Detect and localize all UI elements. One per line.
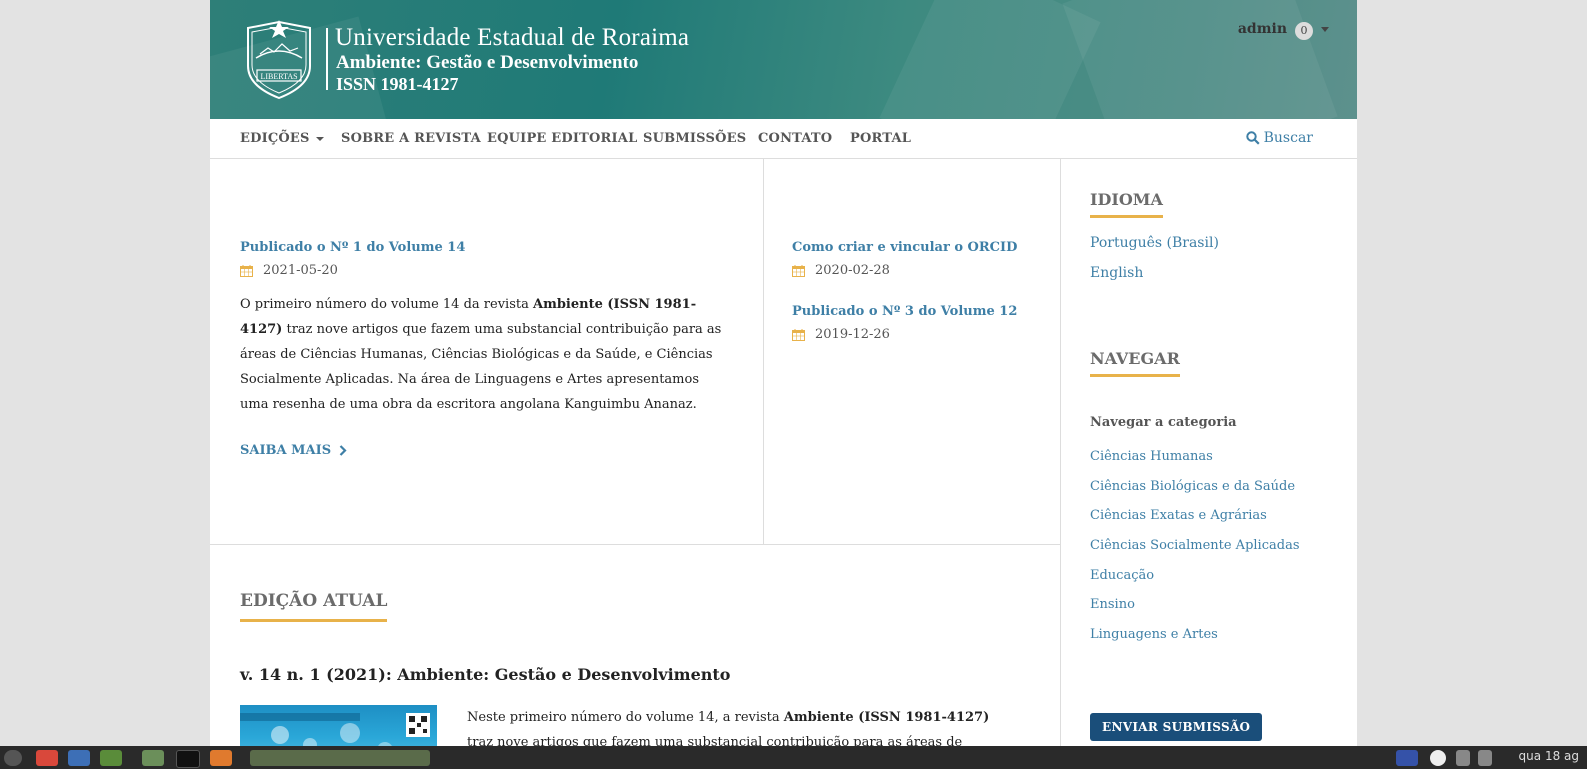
nav-item-contato[interactable]: CONTATO <box>758 131 832 146</box>
browser-icon[interactable] <box>36 750 58 766</box>
issue-title[interactable]: v. 14 n. 1 (2021): Ambiente: Gestão e De… <box>240 665 730 684</box>
read-more-label: SAIBA MAIS <box>240 443 332 458</box>
language-link-en[interactable]: English <box>1090 265 1143 281</box>
chevron-right-icon <box>339 445 347 456</box>
files-icon[interactable] <box>68 750 90 766</box>
caret-down-icon <box>315 136 324 141</box>
folder-icon[interactable] <box>142 750 164 766</box>
announcement-date: 2021-05-20 <box>240 263 338 278</box>
section-divider <box>210 544 1060 545</box>
nav-item-sobre[interactable]: SOBRE A REVISTA <box>341 131 481 146</box>
keyboard-layout-icon[interactable] <box>1396 750 1418 766</box>
network-icon[interactable] <box>1478 750 1492 766</box>
category-link[interactable]: Ciências Socialmente Aplicadas <box>1090 538 1300 553</box>
nav-item-label: EDIÇÕES <box>240 131 310 146</box>
active-window-tab[interactable] <box>250 750 430 766</box>
user-status-icon[interactable] <box>1430 750 1446 766</box>
nav-item-edicoes[interactable]: EDIÇÕES <box>240 131 324 146</box>
announcement-divider <box>763 158 764 545</box>
announcement-summary: O primeiro número do volume 14 da revist… <box>240 292 730 417</box>
read-more-link[interactable]: SAIBA MAIS <box>240 443 347 458</box>
announcement-title[interactable]: Publicado o Nº 3 do Volume 12 <box>792 304 1017 319</box>
submit-button[interactable]: ENVIAR SUBMISSÃO <box>1090 713 1263 741</box>
logo-divider <box>326 28 328 90</box>
date-text: 2019-12-26 <box>815 327 890 342</box>
language-heading: IDIOMA <box>1090 190 1163 218</box>
category-link[interactable]: Linguagens e Artes <box>1090 627 1218 642</box>
date-text: 2020-02-28 <box>815 263 890 278</box>
terminal-icon[interactable] <box>176 750 200 768</box>
calendar-icon <box>792 328 805 341</box>
category-link[interactable]: Ciências Humanas <box>1090 449 1213 464</box>
university-seal-logo[interactable]: LIBERTAS <box>240 18 318 100</box>
category-link[interactable]: Ensino <box>1090 597 1135 612</box>
chevron-down-icon <box>1321 26 1329 32</box>
date-text: 2021-05-20 <box>263 263 338 278</box>
user-name: admin <box>1237 21 1287 37</box>
user-menu[interactable]: admin 0 <box>1238 18 1329 40</box>
calendar-icon <box>792 264 805 277</box>
summary-text: traz nove artigos que fazem uma substanc… <box>240 322 722 412</box>
rss-icon[interactable] <box>210 750 232 766</box>
language-link-pt-br[interactable]: Português (Brasil) <box>1090 235 1219 251</box>
search-icon <box>1245 131 1260 145</box>
journal-issn: ISSN 1981-4127 <box>336 74 459 94</box>
summary-text: O primeiro número do volume 14 da revist… <box>240 297 533 312</box>
search-label: Buscar <box>1263 130 1313 146</box>
search-link[interactable]: Buscar <box>1245 130 1313 146</box>
nav-item-portal[interactable]: PORTAL <box>850 131 911 146</box>
calendar-icon <box>240 264 253 277</box>
primary-nav: EDIÇÕES SOBRE A REVISTA EQUIPE EDITORIAL… <box>210 119 1357 159</box>
browse-heading: NAVEGAR <box>1090 349 1180 377</box>
nav-item-equipe[interactable]: EQUIPE EDITORIAL <box>487 131 637 146</box>
description-text: Neste primeiro número do volume 14, a re… <box>467 710 784 725</box>
os-taskbar: qua 18 ag <box>0 746 1587 769</box>
notification-badge: 0 <box>1295 22 1313 40</box>
announcement-date: 2020-02-28 <box>792 263 890 278</box>
current-issue-heading: EDIÇÃO ATUAL <box>240 591 388 622</box>
announcement-date: 2019-12-26 <box>792 327 890 342</box>
journal-name[interactable]: Ambiente: Gestão e Desenvolvimento <box>336 52 638 74</box>
svg-text:LIBERTAS: LIBERTAS <box>260 72 297 81</box>
category-link[interactable]: Ciências Biológicas e da Saúde <box>1090 479 1295 494</box>
taskbar-clock[interactable]: qua 18 ag <box>1519 749 1579 763</box>
category-link[interactable]: Educação <box>1090 568 1154 583</box>
browse-category-label: Navegar a categoria <box>1090 415 1237 430</box>
nav-item-submissoes[interactable]: SUBMISSÕES <box>643 131 746 146</box>
volume-icon[interactable] <box>1456 750 1470 766</box>
category-link[interactable]: Ciências Exatas e Agrárias <box>1090 508 1267 523</box>
menu-icon[interactable] <box>4 750 22 766</box>
site-header: LIBERTAS Universidade Estadual de Roraim… <box>210 0 1357 119</box>
announcement-title[interactable]: Publicado o Nº 1 do Volume 14 <box>240 240 465 255</box>
sidebar-divider <box>1060 158 1061 769</box>
app-icon[interactable] <box>100 750 122 766</box>
university-name[interactable]: Universidade Estadual de Roraima <box>335 24 689 52</box>
description-bold: Ambiente (ISSN 1981-4127) <box>783 710 990 725</box>
announcement-title[interactable]: Como criar e vincular o ORCID <box>792 240 1017 255</box>
journal-page: LIBERTAS Universidade Estadual de Roraim… <box>210 0 1357 769</box>
